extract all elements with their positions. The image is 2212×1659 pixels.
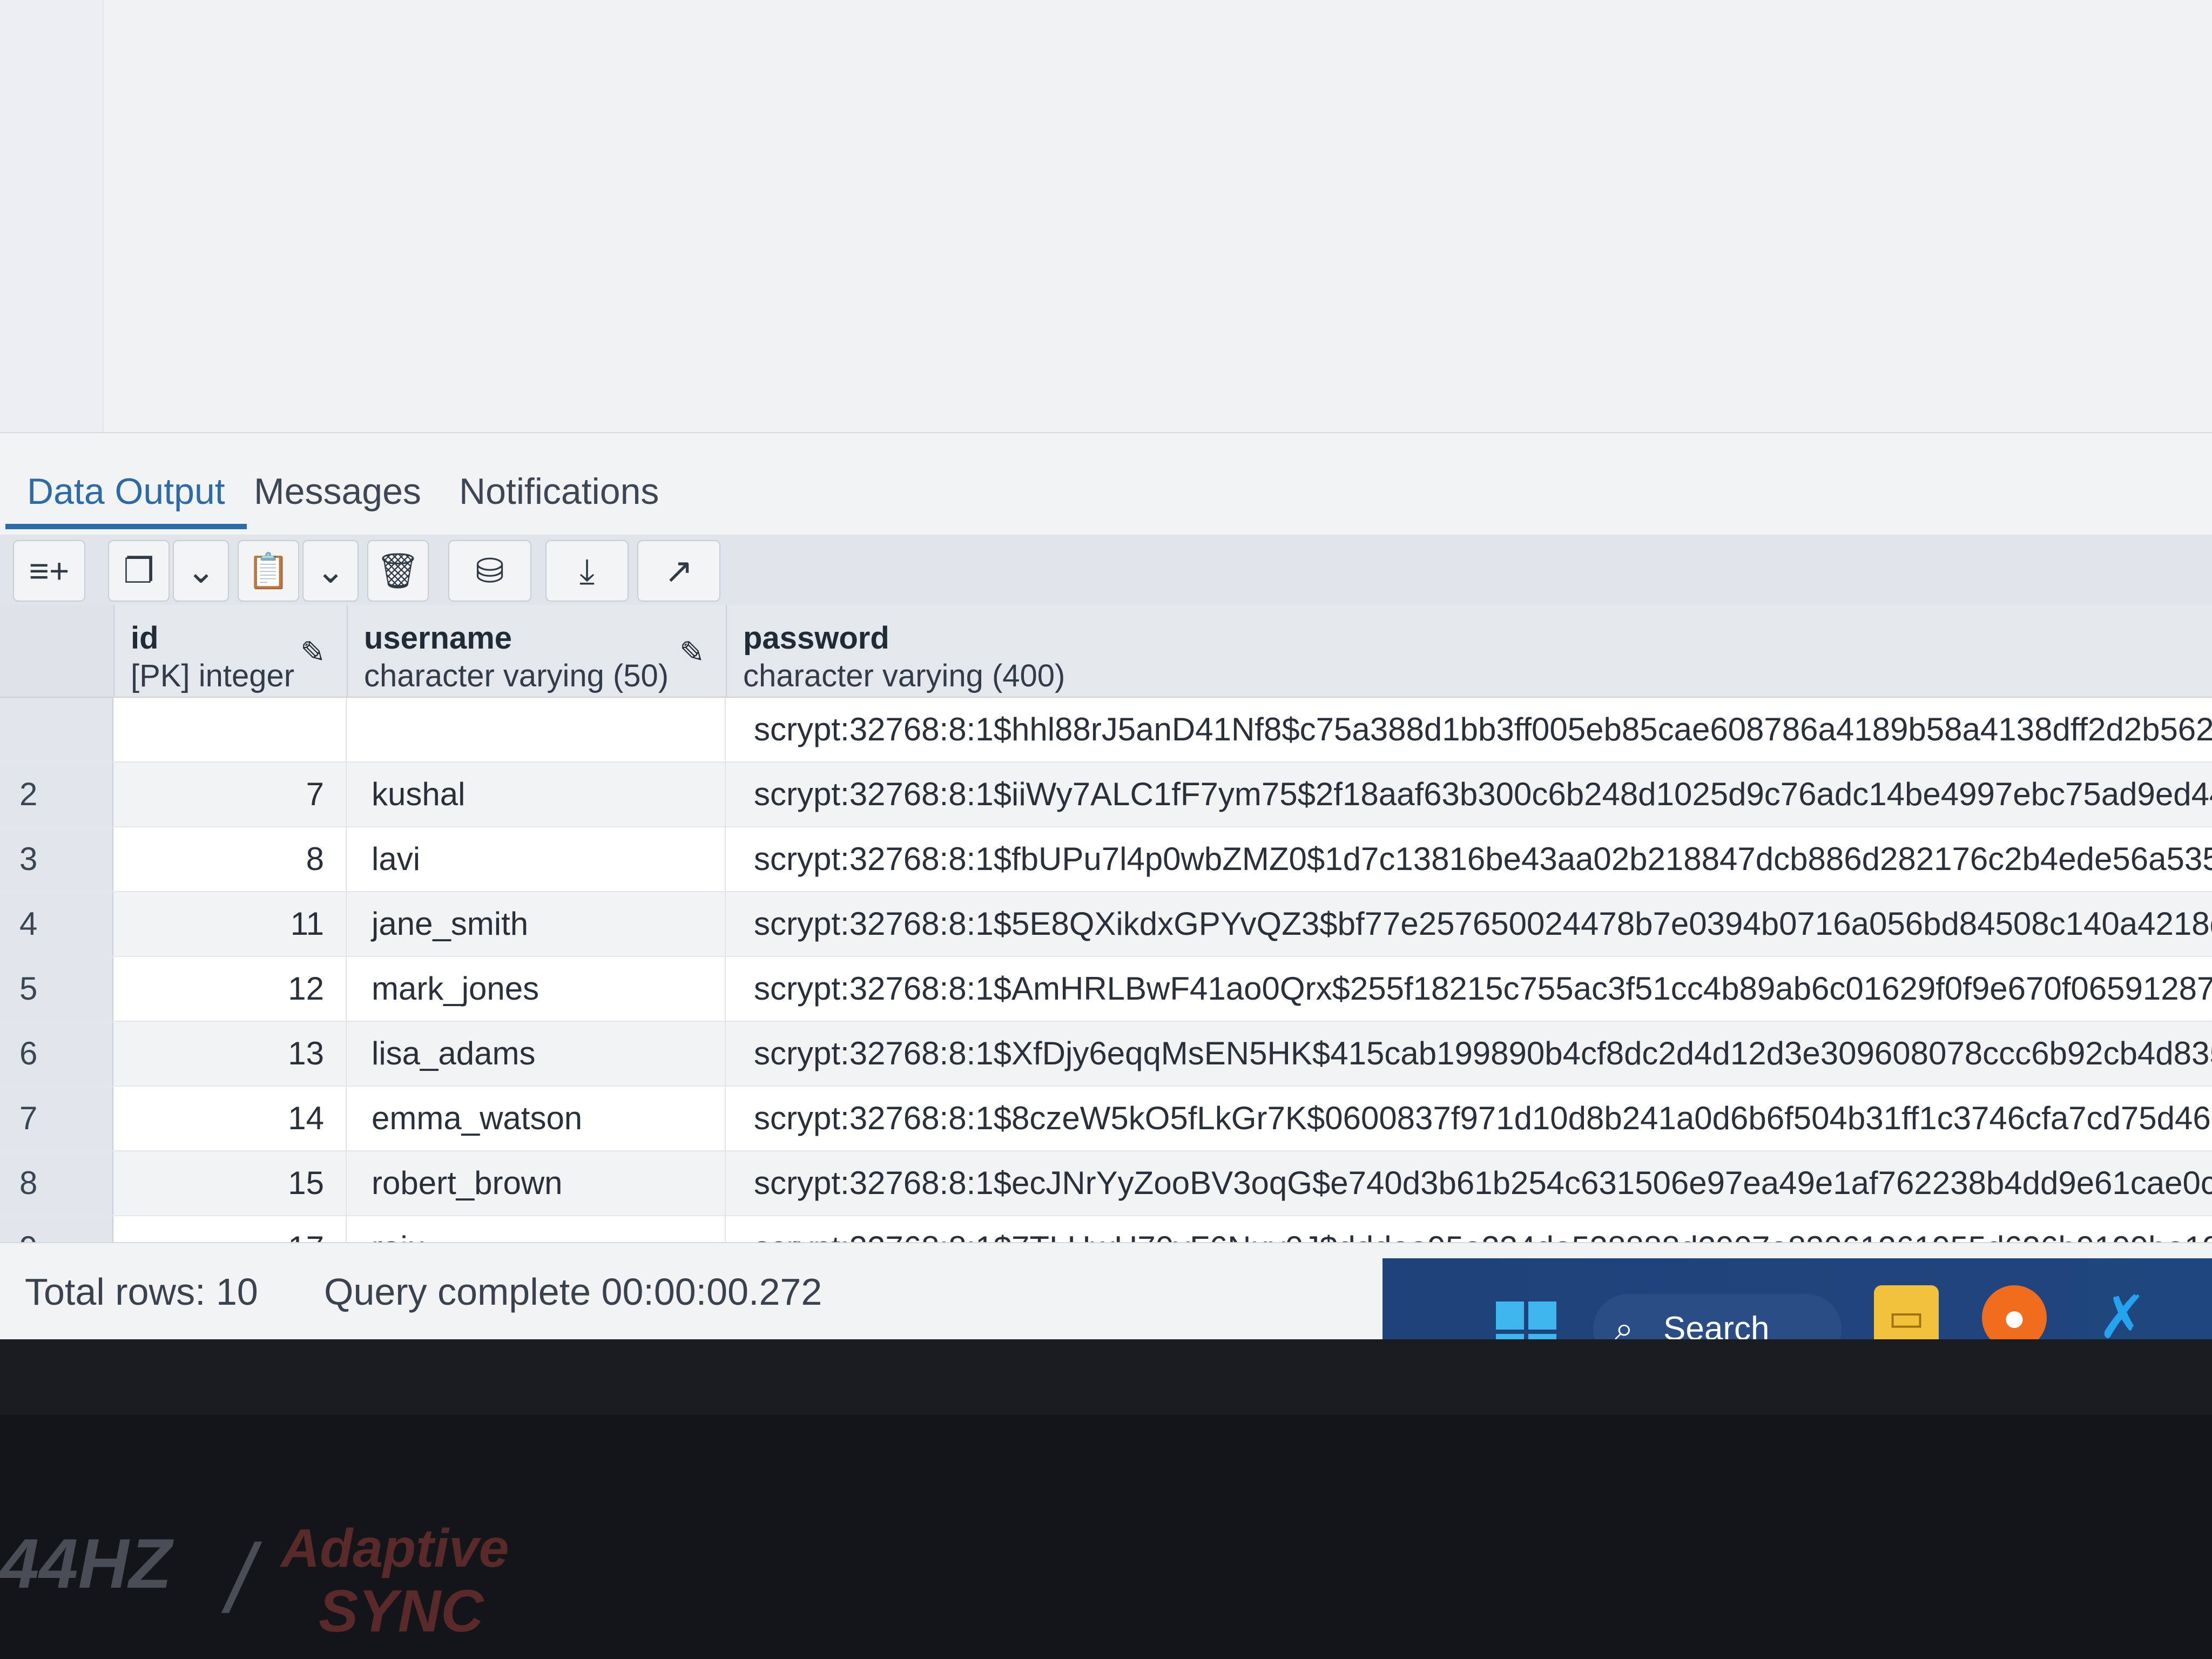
- id-cell[interactable]: 7: [114, 763, 347, 826]
- adaptive-sync-logo-top: Adaptive: [281, 1518, 509, 1579]
- table-row[interactable]: 4 11 jane_smith scrypt:32768:8:1$5E8QXikdxG…: [0, 892, 2212, 957]
- graph-icon: ↗: [664, 551, 693, 590]
- id-cell[interactable]: 17: [114, 1216, 347, 1242]
- username-cell[interactable]: emma_watson: [348, 1087, 726, 1150]
- column-name: password: [743, 621, 889, 656]
- table-row[interactable]: 8 15 robert_brown scrypt:32768:8:1$ecJNrYyZ…: [0, 1151, 2212, 1216]
- taskbar-search-label: Search: [1663, 1310, 1770, 1339]
- grid-rows: scrypt:32768:8:1$hhl88rJ5anD41Nf8$c75a38…: [0, 698, 2212, 1242]
- row-number-cell: 5: [0, 957, 113, 1021]
- row-number-cell: 4: [0, 892, 113, 956]
- search-icon: ⌕: [1615, 1310, 1634, 1339]
- password-cell[interactable]: scrypt:32768:8:1$ecJNrYyZooBV3oqG$e740d3…: [727, 1151, 2212, 1215]
- windows-start-icon[interactable]: [1496, 1301, 1556, 1339]
- password-cell[interactable]: scrypt:32768:8:1$7TLHwH70vF6Nuv0J$dddee9…: [727, 1216, 2212, 1242]
- taskbar-search-button[interactable]: ⌕ Search: [1593, 1294, 1842, 1339]
- column-name: username: [364, 621, 512, 656]
- username-cell[interactable]: mark_jones: [348, 957, 726, 1021]
- line-number-gutter: [0, 0, 104, 432]
- id-cell[interactable]: 14: [114, 1087, 347, 1150]
- row-number-cell: 6: [0, 1022, 113, 1085]
- password-cell[interactable]: scrypt:32768:8:1$8czeW5kO5fLkGr7K$060083…: [727, 1087, 2212, 1150]
- row-number-cell: 7: [0, 1087, 113, 1150]
- password-cell[interactable]: scrypt:32768:8:1$AmHRLBwF41ao0Qrx$255f18…: [727, 957, 2212, 1021]
- refresh-rate-logo: 44HZ: [0, 1524, 172, 1603]
- id-cell[interactable]: 8: [114, 827, 347, 891]
- file-explorer-icon[interactable]: ▭: [1874, 1285, 1939, 1339]
- id-cell[interactable]: [114, 698, 347, 761]
- password-cell[interactable]: scrypt:32768:8:1$fbUPu7l4p0wbZMZ0$1d7c13…: [727, 827, 2212, 891]
- copy-button[interactable]: ❐: [108, 540, 170, 602]
- table-row[interactable]: 3 8 lavi scrypt:32768:8:1$fbUPu7l4p0wbZMZ0$…: [0, 827, 2212, 892]
- query-status-label: Query complete 00:00:00.272: [324, 1271, 822, 1313]
- row-number-cell: 3: [0, 827, 113, 891]
- logo-divider: /: [227, 1525, 254, 1633]
- column-name: id: [131, 621, 159, 656]
- table-row[interactable]: 7 14 emma_watson scrypt:32768:8:1$8czeW5kO5…: [0, 1087, 2212, 1151]
- username-cell[interactable]: [348, 698, 726, 761]
- row-number-cell: 2: [0, 763, 113, 826]
- username-cell[interactable]: raju: [348, 1216, 726, 1242]
- username-cell[interactable]: robert_brown: [348, 1151, 726, 1215]
- grid-header: id [PK] integer ✎ username character var…: [0, 605, 2212, 698]
- id-cell[interactable]: 11: [114, 892, 347, 956]
- edit-pencil-icon[interactable]: ✎: [300, 637, 331, 667]
- table-row[interactable]: scrypt:32768:8:1$hhl88rJ5anD41Nf8$c75a38…: [0, 698, 2212, 763]
- chevron-down-icon: ⌄: [186, 551, 215, 590]
- paste-button[interactable]: 📋: [238, 540, 299, 602]
- table-row[interactable]: 5 12 mark_jones scrypt:32768:8:1$AmHRLBwF41…: [0, 957, 2212, 1022]
- adaptive-sync-logo-bottom: SYNC: [319, 1578, 484, 1644]
- total-rows-label: Total rows: 10: [25, 1271, 258, 1313]
- username-cell[interactable]: lisa_adams: [348, 1022, 726, 1085]
- row-number-cell: [0, 698, 113, 761]
- graph-visualiser-button[interactable]: ↗: [637, 540, 720, 602]
- column-header-password[interactable]: password character varying (400): [727, 605, 2212, 697]
- column-header-username[interactable]: username character varying (50) ✎: [348, 605, 727, 697]
- delete-row-button[interactable]: 🗑: [367, 540, 429, 602]
- column-header-id[interactable]: id [PK] integer ✎: [114, 605, 348, 697]
- password-cell[interactable]: scrypt:32768:8:1$XfDjy6eqqMsEN5HK$415cab…: [727, 1022, 2212, 1085]
- column-type: [PK] integer: [131, 658, 295, 693]
- username-cell[interactable]: kushal: [348, 763, 726, 826]
- id-cell[interactable]: 13: [114, 1022, 347, 1085]
- column-type: character varying (50): [364, 658, 669, 693]
- table-row[interactable]: 6 13 lisa_adams scrypt:32768:8:1$XfDjy6eqqM…: [0, 1022, 2212, 1087]
- tab-notifications[interactable]: Notifications: [437, 459, 680, 524]
- tab-messages[interactable]: Messages: [232, 459, 443, 524]
- paste-options-dropdown[interactable]: ⌄: [302, 540, 359, 602]
- row-number-header: [0, 605, 114, 697]
- data-grid: id [PK] integer ✎ username character var…: [0, 605, 2212, 1242]
- edit-pencil-icon[interactable]: ✎: [679, 637, 710, 667]
- table-row[interactable]: 2 7 kushal scrypt:32768:8:1$iiWy7ALC1fF7ym7…: [0, 763, 2212, 827]
- vscode-icon[interactable]: ✗: [2090, 1285, 2155, 1340]
- username-cell[interactable]: lavi: [348, 827, 726, 891]
- table-row[interactable]: 917rajuscrypt:32768:8:1$7TLHwH70vF6Nuv0J…: [0, 1216, 2212, 1242]
- copy-icon: ❐: [123, 551, 154, 590]
- id-cell[interactable]: 12: [114, 957, 347, 1021]
- download-icon: ⤓: [579, 551, 595, 590]
- row-number-cell: 8: [0, 1151, 113, 1215]
- trash-icon: 🗑: [376, 551, 420, 590]
- password-cell[interactable]: scrypt:32768:8:1$iiWy7ALC1fF7ym75$2f18aa…: [727, 763, 2212, 826]
- paste-icon: 📋: [247, 551, 290, 590]
- username-cell[interactable]: jane_smith: [348, 892, 726, 956]
- result-tabs: Data Output Messages Notifications: [0, 437, 2212, 529]
- add-row-icon: ≡+: [29, 551, 70, 590]
- id-cell[interactable]: 15: [114, 1151, 347, 1215]
- query-editor[interactable]: [0, 0, 2212, 433]
- save-data-button[interactable]: ⛁: [448, 540, 531, 602]
- row-number-cell: 9: [0, 1216, 113, 1242]
- results-toolbar: ≡+ ❐ ⌄ 📋 ⌄ 🗑 ⛁ ⤓ ↗: [0, 535, 2212, 605]
- add-row-button[interactable]: ≡+: [13, 540, 85, 602]
- download-button[interactable]: ⤓: [545, 540, 629, 602]
- column-type: character varying (400): [743, 658, 1065, 693]
- database-save-icon: ⛁: [475, 551, 504, 590]
- copy-options-dropdown[interactable]: ⌄: [173, 540, 229, 602]
- chevron-down-icon: ⌄: [316, 551, 345, 590]
- screen: Data Output Messages Notifications ≡+ ❐ …: [0, 0, 2212, 1339]
- password-cell[interactable]: scrypt:32768:8:1$5E8QXikdxGPYvQZ3$bf77e2…: [727, 892, 2212, 956]
- password-cell[interactable]: scrypt:32768:8:1$hhl88rJ5anD41Nf8$c75a38…: [727, 698, 2212, 761]
- tab-data-output[interactable]: Data Output: [5, 459, 247, 529]
